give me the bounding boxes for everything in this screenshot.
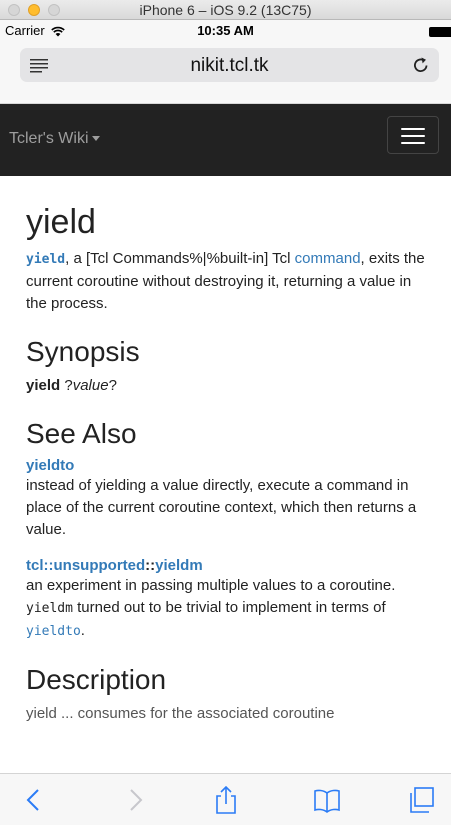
battery-icon [429, 27, 451, 37]
share-icon[interactable] [212, 786, 240, 814]
safari-address-area: nikit.tcl.tk [0, 42, 451, 104]
hamburger-icon-bar [401, 142, 425, 144]
status-time: 10:35 AM [197, 23, 254, 38]
see-also-description: instead of yielding a value directly, ex… [26, 477, 417, 538]
desc-text: an experiment in passing multiple values… [26, 577, 396, 594]
yieldto-code-link[interactable]: yieldto [26, 624, 81, 639]
simulator-title-bar: iPhone 6 – iOS 9.2 (13C75) [0, 0, 451, 20]
reload-icon[interactable] [411, 55, 431, 75]
tcl-unsupported-link[interactable]: tcl::unsupported [26, 557, 145, 574]
see-also-heading: See Also [26, 418, 137, 449]
safari-toolbar [0, 773, 451, 825]
see-also-description: an experiment in passing multiple values… [26, 575, 425, 643]
tabs-icon[interactable] [407, 786, 435, 814]
synopsis-arg: value [72, 377, 109, 394]
hamburger-icon-bar [401, 135, 425, 137]
yieldm-code: yieldm [26, 601, 73, 616]
forward-icon[interactable] [121, 786, 149, 814]
address-bar[interactable]: nikit.tcl.tk [20, 48, 439, 82]
back-icon[interactable] [20, 786, 48, 814]
synopsis-text: ? [60, 377, 73, 394]
description-heading: Description [26, 664, 167, 695]
status-bar: Carrier 10:35 AM [0, 20, 451, 42]
intro-paragraph: yield, a [Tcl Commands%|%built-in] Tcl c… [26, 248, 425, 315]
see-also-entry: tcl::unsupported::yieldm an experiment i… [26, 557, 425, 643]
bookmarks-icon[interactable] [313, 786, 341, 814]
page-title: yield [26, 203, 96, 241]
hamburger-icon-bar [401, 128, 425, 130]
page-content: yield yield, a [Tcl Commands%|%built-in]… [0, 176, 451, 773]
yieldm-link[interactable]: yieldm [155, 557, 203, 574]
see-also-entry: yieldto instead of yielding a value dire… [26, 457, 425, 541]
synopsis-heading: Synopsis [26, 336, 140, 367]
brand-label: Tcler's Wiki [9, 130, 89, 147]
namespace-separator: :: [145, 557, 156, 574]
yieldto-link[interactable]: yieldto [26, 457, 74, 474]
description-text: yield ... consumes for the associated co… [26, 705, 335, 722]
caret-down-icon [91, 136, 100, 142]
synopsis-text: ? [108, 377, 117, 394]
intro-text: , a [Tcl Commands%|%built-in] Tcl [65, 250, 295, 267]
site-navbar: Tcler's Wiki [0, 104, 451, 176]
synopsis-line: yield ?value? [26, 375, 425, 397]
desc-text: . [80, 622, 85, 639]
window-title: iPhone 6 – iOS 9.2 (13C75) [139, 2, 312, 18]
hamburger-menu-button[interactable] [387, 116, 439, 154]
synopsis-command: yield [26, 377, 61, 394]
command-link[interactable]: command [295, 250, 361, 267]
brand-dropdown[interactable]: Tcler's Wiki [9, 130, 100, 148]
desc-text: turned out to be trivial to implement in… [72, 599, 386, 616]
url-text[interactable]: nikit.tcl.tk [20, 55, 439, 77]
yield-code-link[interactable]: yield [26, 252, 65, 267]
